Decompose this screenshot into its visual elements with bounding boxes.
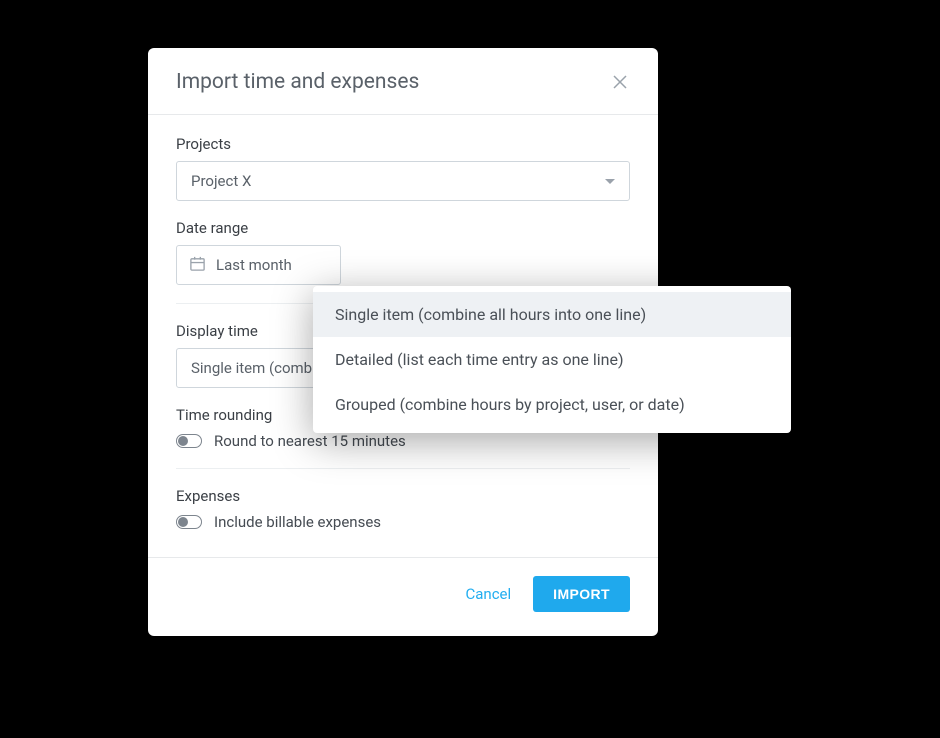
- date-range-value: Last month: [216, 256, 292, 274]
- divider: [176, 468, 630, 469]
- time-rounding-toggle-label: Round to nearest 15 minutes: [214, 432, 406, 450]
- dropdown-option-single[interactable]: Single item (combine all hours into one …: [313, 292, 791, 337]
- dropdown-option-grouped[interactable]: Grouped (combine hours by project, user,…: [313, 382, 791, 427]
- modal-footer: Cancel IMPORT: [148, 557, 658, 636]
- modal-title: Import time and expenses: [176, 70, 419, 94]
- modal-header: Import time and expenses: [148, 48, 658, 115]
- toggle-knob: [178, 436, 188, 446]
- expenses-toggle-label: Include billable expenses: [214, 513, 381, 531]
- toggle-knob: [178, 517, 188, 527]
- time-rounding-toggle[interactable]: [176, 434, 202, 448]
- date-range-field: Date range Last month: [176, 219, 630, 285]
- time-rounding-row: Round to nearest 15 minutes: [176, 432, 630, 450]
- close-button[interactable]: [610, 72, 630, 92]
- chevron-down-icon: [605, 179, 615, 184]
- projects-label: Projects: [176, 135, 630, 153]
- expenses-toggle[interactable]: [176, 515, 202, 529]
- dropdown-option-detailed[interactable]: Detailed (list each time entry as one li…: [313, 337, 791, 382]
- date-range-select[interactable]: Last month: [176, 245, 341, 285]
- display-time-dropdown: Single item (combine all hours into one …: [313, 286, 791, 433]
- projects-value: Project X: [191, 172, 251, 190]
- close-icon: [612, 74, 628, 90]
- expenses-field: Expenses Include billable expenses: [176, 487, 630, 531]
- projects-field: Projects Project X: [176, 135, 630, 201]
- calendar-icon: [189, 255, 206, 276]
- projects-select[interactable]: Project X: [176, 161, 630, 201]
- display-time-value: Single item (combi: [191, 359, 316, 377]
- date-range-label: Date range: [176, 219, 630, 237]
- expenses-row: Include billable expenses: [176, 513, 630, 531]
- expenses-label: Expenses: [176, 487, 630, 505]
- import-button[interactable]: IMPORT: [533, 576, 630, 612]
- cancel-button[interactable]: Cancel: [465, 585, 511, 603]
